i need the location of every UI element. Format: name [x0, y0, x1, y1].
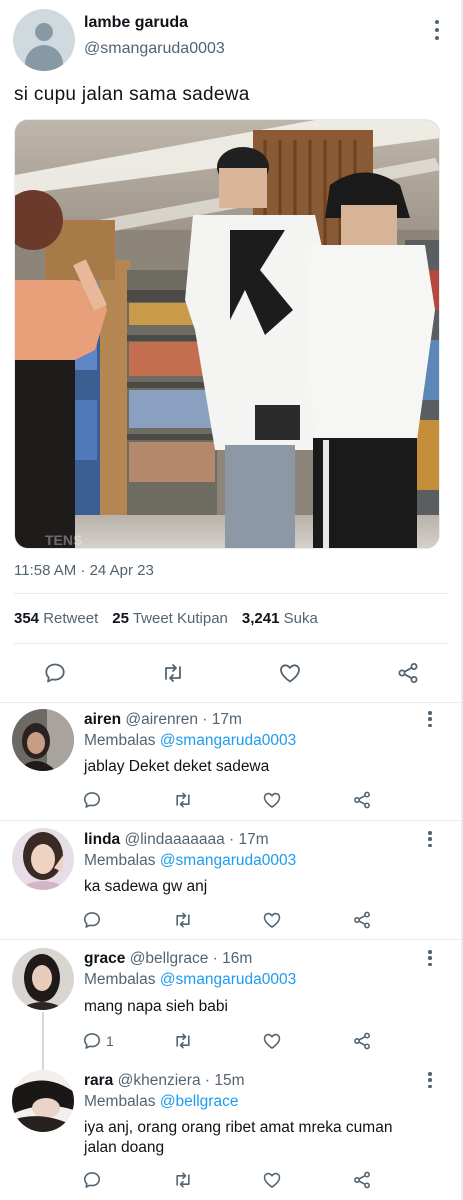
likes-stat[interactable]: 3,241 Suka	[242, 610, 318, 627]
share-icon[interactable]	[352, 788, 372, 812]
reply-icon[interactable]	[82, 908, 106, 932]
reply-time: · 16m	[212, 950, 253, 967]
share-icon[interactable]	[352, 1029, 372, 1053]
reply-tweet[interactable]: airen @airenren · 17m Membalas @smangaru…	[0, 703, 463, 820]
reply-text: ka sadewa gw anj	[84, 878, 208, 895]
reply-text: mang napa sieh babi	[84, 998, 228, 1015]
reply-actions	[0, 908, 463, 932]
reply-text: jablay Deket deket sadewa	[84, 758, 270, 775]
reply-header: grace @bellgrace · 16m	[84, 950, 252, 968]
reply-time: · 17m	[229, 831, 269, 848]
reply-icon[interactable]: 1	[82, 1029, 114, 1053]
retweet-icon[interactable]	[172, 788, 194, 812]
more-vertical-icon[interactable]	[432, 20, 442, 40]
reply-author-name[interactable]: grace	[84, 950, 125, 967]
heart-icon[interactable]	[262, 1029, 282, 1053]
more-vertical-icon[interactable]	[425, 1072, 435, 1088]
reply-text: iya anj, orang orang ribet amat mreka cu…	[84, 1119, 393, 1156]
avatar[interactable]	[13, 9, 75, 71]
replying-to: Membalas @smangaruda0003	[84, 971, 297, 988]
avatar[interactable]	[12, 1070, 74, 1132]
more-vertical-icon[interactable]	[425, 831, 435, 847]
share-icon[interactable]	[352, 908, 372, 932]
reply-header: linda @lindaaaaaaa · 17m	[84, 831, 269, 849]
heart-icon[interactable]	[262, 908, 282, 932]
mention-link[interactable]: @smangaruda0003	[160, 852, 296, 869]
replying-to: Membalas @smangaruda0003	[84, 852, 297, 869]
retweet-icon[interactable]	[156, 656, 190, 690]
reply-author-name[interactable]: airen	[84, 711, 121, 728]
author-handle[interactable]: @smangaruda0003	[84, 40, 225, 58]
heart-icon[interactable]	[273, 656, 307, 690]
heart-icon[interactable]	[262, 1168, 282, 1192]
avatar[interactable]	[12, 948, 74, 1010]
reply-tweet[interactable]: grace @bellgrace · 16m Membalas @smangar…	[0, 940, 463, 1070]
reply-tweet[interactable]: rara @khenziera · 15m Membalas @bellgrac…	[0, 1060, 463, 1200]
retweets-stat[interactable]: 354 Retweet	[14, 610, 98, 627]
reply-icon[interactable]	[82, 1168, 106, 1192]
reply-icon[interactable]	[82, 788, 106, 812]
share-icon[interactable]	[391, 656, 425, 690]
share-icon[interactable]	[352, 1168, 372, 1192]
retweet-icon[interactable]	[172, 908, 194, 932]
divider	[14, 593, 448, 594]
tweet-stats: 354 Retweet 25 Tweet Kutipan 3,241 Suka	[14, 610, 332, 627]
reply-author-handle[interactable]: @lindaaaaaaa	[124, 831, 224, 848]
retweet-icon[interactable]	[172, 1168, 194, 1192]
more-vertical-icon[interactable]	[425, 711, 435, 727]
reply-icon[interactable]	[38, 656, 72, 690]
reply-time: · 17m	[202, 711, 242, 728]
reply-author-handle[interactable]: @airenren	[125, 711, 198, 728]
mention-link[interactable]: @bellgrace	[160, 1093, 239, 1110]
reply-count: 1	[106, 1033, 114, 1049]
retweet-icon[interactable]	[172, 1029, 194, 1053]
tweet-text: si cupu jalan sama sadewa	[14, 84, 250, 105]
divider	[14, 643, 448, 644]
reply-author-handle[interactable]: @khenziera	[118, 1072, 201, 1089]
author-name[interactable]: lambe garuda	[84, 14, 188, 32]
tweet-header: lambe garuda @smangaruda0003	[0, 0, 463, 80]
more-vertical-icon[interactable]	[425, 950, 435, 966]
tweet-actions	[0, 656, 463, 690]
reply-header: airen @airenren · 17m	[84, 711, 242, 729]
tweet-timestamp[interactable]: 11:58 AM · 24 Apr 23	[14, 562, 154, 579]
tweet-photo[interactable]: TENS	[14, 119, 440, 549]
avatar[interactable]	[12, 709, 74, 771]
mention-link[interactable]: @smangaruda0003	[160, 971, 296, 988]
reply-actions	[0, 1168, 463, 1192]
reply-actions	[0, 788, 463, 812]
reply-author-name[interactable]: rara	[84, 1072, 113, 1089]
svg-text:TENS: TENS	[45, 532, 82, 548]
mention-link[interactable]: @smangaruda0003	[160, 732, 296, 749]
heart-icon[interactable]	[262, 788, 282, 812]
reply-time: · 15m	[204, 1072, 245, 1089]
replying-to: Membalas @bellgrace	[84, 1093, 239, 1110]
avatar[interactable]	[12, 828, 74, 890]
reply-author-name[interactable]: linda	[84, 831, 120, 848]
replying-to: Membalas @smangaruda0003	[84, 732, 297, 749]
reply-actions: 1	[0, 1029, 463, 1053]
quotes-stat[interactable]: 25 Tweet Kutipan	[112, 610, 228, 627]
reply-tweet[interactable]: linda @lindaaaaaaa · 17m Membalas @smang…	[0, 821, 463, 939]
reply-author-handle[interactable]: @bellgrace	[130, 950, 209, 967]
reply-header: rara @khenziera · 15m	[84, 1072, 245, 1090]
